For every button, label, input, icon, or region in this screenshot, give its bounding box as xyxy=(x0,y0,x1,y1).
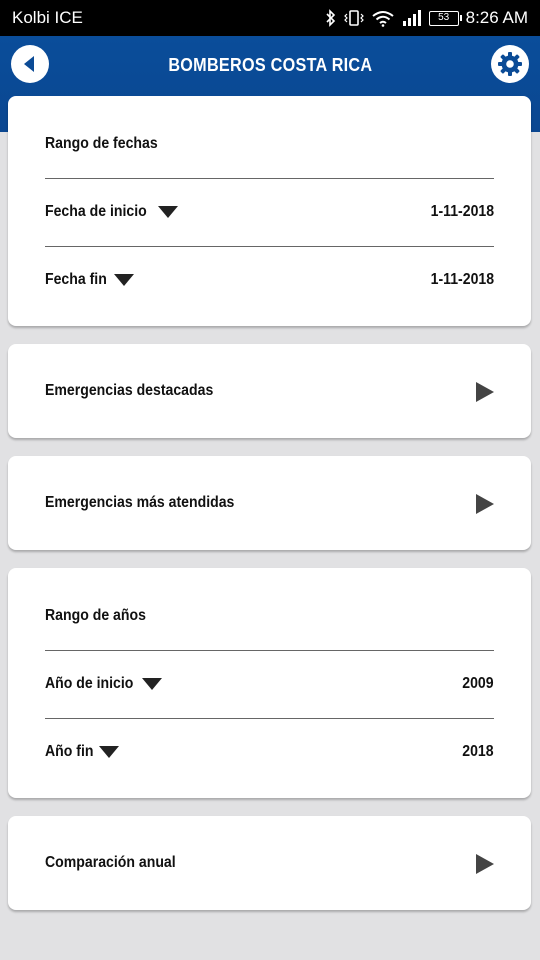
annual-comparison-card[interactable]: Comparación anual xyxy=(8,816,531,910)
end-date-value[interactable]: 1-11-2018 xyxy=(431,271,494,289)
battery-level: 53 xyxy=(438,11,450,23)
featured-emergencies-row[interactable]: Emergencias destacadas xyxy=(45,379,494,403)
gear-icon xyxy=(498,52,522,76)
most-attended-card[interactable]: Emergencias más atendidas xyxy=(8,456,531,550)
signal-icon xyxy=(402,10,421,26)
end-date-label: Fecha fin xyxy=(45,271,107,288)
carrier-name: Kolbi ICE xyxy=(12,8,83,27)
play-arrow-icon[interactable] xyxy=(475,853,495,875)
year-range-header: Rango de años xyxy=(45,604,494,628)
divider xyxy=(45,650,494,651)
play-arrow-icon[interactable] xyxy=(475,381,495,403)
end-year-value[interactable]: 2018 xyxy=(463,743,494,761)
start-date-row[interactable]: Fecha de inicio 1-11-2018 xyxy=(45,200,494,224)
divider xyxy=(45,718,494,719)
caret-down-icon[interactable] xyxy=(157,205,179,219)
start-year-value[interactable]: 2009 xyxy=(463,675,494,693)
vibrate-icon xyxy=(343,10,364,26)
start-date-value[interactable]: 1-11-2018 xyxy=(431,203,494,221)
start-year-label: Año de inicio xyxy=(45,675,134,692)
wifi-icon xyxy=(372,11,394,27)
date-range-card: Rango de fechas Fecha de inicio 1-11-201… xyxy=(8,96,531,326)
most-attended-label: Emergencias más atendidas xyxy=(45,494,235,511)
status-bar: Kolbi ICE 53 8:26 AM xyxy=(0,0,540,36)
divider xyxy=(45,178,494,179)
end-year-label: Año fin xyxy=(45,743,94,760)
divider xyxy=(45,246,494,247)
back-arrow-icon xyxy=(24,56,34,72)
start-date-label: Fecha de inicio xyxy=(45,203,147,220)
featured-emergencies-card[interactable]: Emergencias destacadas xyxy=(8,344,531,438)
start-year-row[interactable]: Año de inicio 2009 xyxy=(45,672,494,696)
most-attended-row[interactable]: Emergencias más atendidas xyxy=(45,491,494,515)
annual-comparison-label: Comparación anual xyxy=(45,854,176,871)
battery-icon: 53 xyxy=(428,10,462,26)
end-date-row[interactable]: Fecha fin 1-11-2018 xyxy=(45,268,494,292)
page-title: BOMBEROS COSTA RICA xyxy=(167,54,373,75)
caret-down-icon[interactable] xyxy=(98,745,120,759)
clock: 8:26 AM xyxy=(465,8,528,27)
settings-button[interactable] xyxy=(491,45,529,83)
play-arrow-icon[interactable] xyxy=(475,493,495,515)
bluetooth-icon xyxy=(326,9,335,27)
year-range-card: Rango de años Año de inicio 2009 Año fin… xyxy=(8,568,531,798)
caret-down-icon[interactable] xyxy=(113,273,135,287)
date-range-title: Rango de fechas xyxy=(45,135,158,152)
year-range-title: Rango de años xyxy=(45,607,146,624)
status-icons: 53 8:26 AM xyxy=(325,8,528,28)
back-button[interactable] xyxy=(11,45,49,83)
end-year-row[interactable]: Año fin 2018 xyxy=(45,740,494,764)
date-range-header: Rango de fechas xyxy=(45,132,494,156)
caret-down-icon[interactable] xyxy=(141,677,163,691)
annual-comparison-row[interactable]: Comparación anual xyxy=(45,851,494,875)
featured-emergencies-label: Emergencias destacadas xyxy=(45,382,214,399)
